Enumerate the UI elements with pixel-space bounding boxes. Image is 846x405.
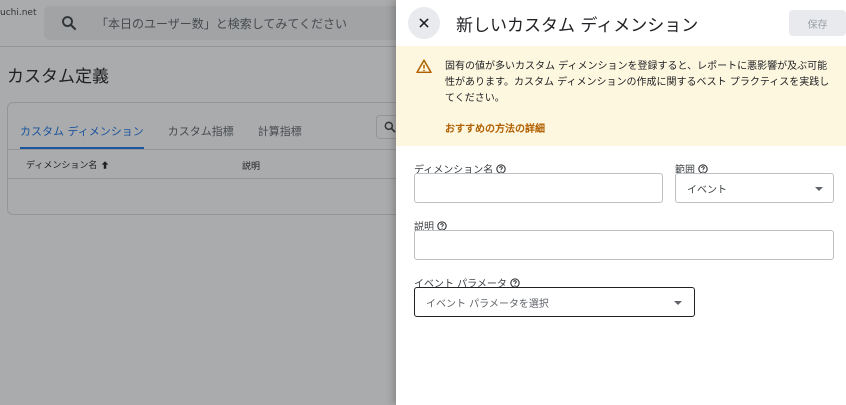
help-icon[interactable] — [510, 277, 520, 288]
panel-header: 新しいカスタム ディメンション 保存 — [396, 0, 846, 46]
best-practices-link[interactable]: おすすめの方法の詳細 — [445, 120, 545, 135]
help-icon[interactable] — [437, 220, 447, 231]
help-icon[interactable] — [496, 163, 506, 174]
help-icon[interactable] — [698, 163, 708, 174]
warning-icon — [416, 59, 432, 73]
event-parameter-placeholder: イベント パラメータを選択 — [426, 299, 549, 310]
chevron-down-icon — [674, 301, 682, 305]
chevron-down-icon — [815, 187, 823, 191]
new-custom-dimension-panel: 新しいカスタム ディメンション 保存 固有の値が多いカスタム ディメンションを登… — [396, 0, 846, 405]
warning-banner: 固有の値が多いカスタム ディメンションを登録すると、レポートに悪影響が及ぶ可能性… — [396, 46, 846, 146]
close-button[interactable] — [408, 7, 440, 39]
save-button[interactable]: 保存 — [789, 10, 846, 36]
scope-selected-value: イベント — [687, 185, 727, 196]
event-parameter-select[interactable]: イベント パラメータを選択 — [414, 287, 695, 317]
scope-select[interactable]: イベント — [675, 173, 834, 203]
dimension-name-input[interactable] — [414, 173, 663, 203]
description-input[interactable] — [414, 230, 834, 260]
warning-text: 固有の値が多いカスタム ディメンションを登録すると、レポートに悪影響が及ぶ可能性… — [445, 61, 830, 104]
panel-title: 新しいカスタム ディメンション — [456, 16, 699, 36]
close-icon — [419, 18, 429, 28]
